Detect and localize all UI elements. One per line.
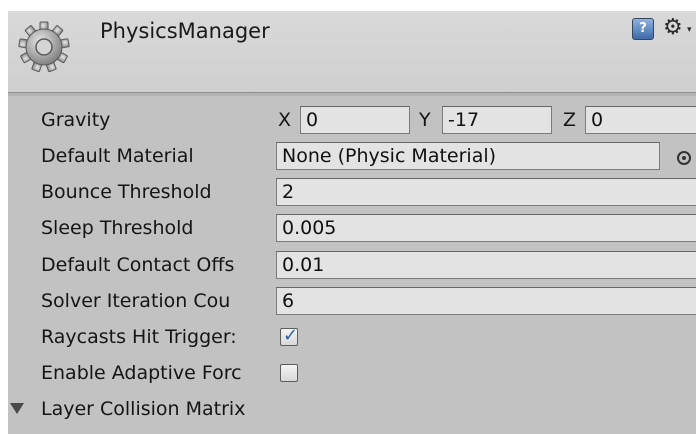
gravity-y-label[interactable]: Y <box>419 109 431 131</box>
sleep-threshold-label: Sleep Threshold <box>41 217 194 239</box>
header-divider <box>8 93 696 96</box>
default-contact-offset-label: Default Contact Offs <box>41 254 235 276</box>
raycasts-hit-triggers-label: Raycasts Hit Trigger: <box>41 326 237 348</box>
raycasts-hit-triggers-checkbox[interactable]: ✓ <box>280 325 299 346</box>
component-title: PhysicsManager <box>100 19 270 43</box>
object-picker-icon[interactable] <box>677 151 691 165</box>
foldout-arrow-icon[interactable] <box>10 403 24 414</box>
gravity-x-field[interactable]: 0 <box>300 106 410 134</box>
gear-icon <box>18 21 70 73</box>
component-header: PhysicsManager ? ⚙ ▾ <box>8 11 696 93</box>
layer-collision-matrix-foldout[interactable]: Layer Collision Matrix <box>41 398 245 420</box>
settings-caret-icon[interactable]: ▾ <box>687 25 692 35</box>
default-contact-offset-field[interactable]: 0.01 <box>276 251 696 279</box>
default-material-field[interactable]: None (Physic Material) <box>276 142 660 170</box>
inspector-panel: PhysicsManager ? ⚙ ▾ Gravity X 0 Y -17 Z… <box>8 11 696 434</box>
default-material-label: Default Material <box>41 145 194 167</box>
solver-iteration-count-field[interactable]: 6 <box>276 287 696 315</box>
checkmark-icon: ✓ <box>283 325 299 346</box>
bounce-threshold-field[interactable]: 2 <box>276 178 696 206</box>
gravity-z-label[interactable]: Z <box>563 109 576 131</box>
enable-adaptive-force-label: Enable Adaptive Forc <box>41 362 242 384</box>
help-book-icon[interactable]: ? <box>632 18 654 40</box>
sleep-threshold-field[interactable]: 0.005 <box>276 214 696 242</box>
solver-iteration-count-label: Solver Iteration Cou <box>41 290 231 312</box>
settings-cog-icon[interactable]: ⚙ <box>663 15 683 40</box>
enable-adaptive-force-checkbox[interactable] <box>280 364 298 382</box>
gravity-z-field[interactable]: 0 <box>585 106 696 134</box>
gravity-x-label[interactable]: X <box>278 109 291 131</box>
gravity-label: Gravity <box>41 109 111 131</box>
bounce-threshold-label: Bounce Threshold <box>41 181 212 203</box>
gravity-y-field[interactable]: -17 <box>442 106 552 134</box>
